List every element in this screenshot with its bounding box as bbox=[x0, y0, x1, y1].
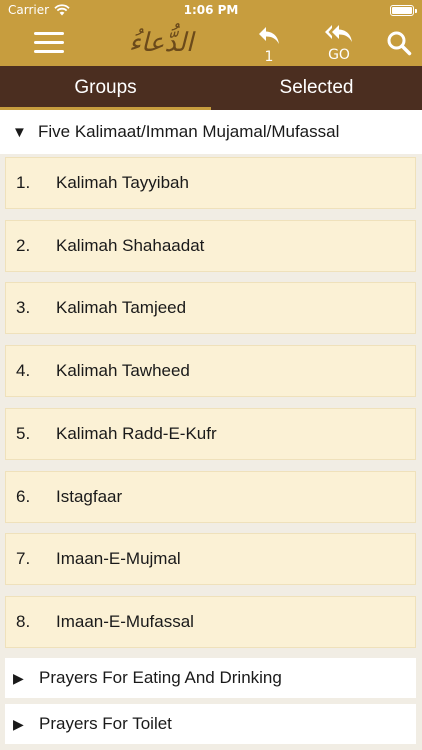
list-item[interactable]: 1. Kalimah Tayyibah bbox=[5, 157, 416, 209]
go-label: GO bbox=[328, 47, 350, 63]
nav-bar: الدُّعاءُ المسنون 1 GO bbox=[0, 20, 422, 96]
list-item[interactable]: 6. Istagfaar bbox=[5, 471, 416, 523]
group-header-five-kalimaat[interactable]: ▼ Five Kalimaat/Imman Mujamal/Mufassal bbox=[0, 110, 422, 154]
carrier-label: Carrier bbox=[8, 3, 50, 17]
triangle-right-icon: ▶ bbox=[13, 715, 24, 732]
tab-groups[interactable]: Groups bbox=[0, 66, 211, 110]
reply-arrow-icon bbox=[259, 27, 279, 44]
group-header-toilet[interactable]: ▶ Prayers For Toilet bbox=[5, 704, 416, 744]
app-title-calligraphy: الدُّعاءُ المسنون bbox=[114, 28, 208, 96]
search-icon[interactable] bbox=[386, 30, 412, 56]
tab-bar: Groups Selected bbox=[0, 66, 422, 110]
status-bar: Carrier 1:06 PM bbox=[0, 0, 422, 20]
triangle-right-icon: ▶ bbox=[13, 669, 24, 686]
group-title: Five Kalimaat/Imman Mujamal/Mufassal bbox=[38, 122, 340, 141]
list-item[interactable]: 4. Kalimah Tawheed bbox=[5, 345, 416, 397]
list-item[interactable]: 8. Imaan-E-Mufassal bbox=[5, 596, 416, 648]
list-item[interactable]: 5. Kalimah Radd-E-Kufr bbox=[5, 408, 416, 460]
reply-all-arrow-icon bbox=[325, 25, 352, 42]
menu-icon[interactable] bbox=[34, 32, 64, 54]
triangle-down-icon: ▼ bbox=[12, 123, 27, 141]
battery-icon bbox=[390, 4, 417, 16]
list-item[interactable]: 7. Imaan-E-Mujmal bbox=[5, 533, 416, 585]
group-header-eating-drinking[interactable]: ▶ Prayers For Eating And Drinking bbox=[5, 658, 416, 698]
list-item[interactable]: 3. Kalimah Tamjeed bbox=[5, 282, 416, 334]
back-count: 1 bbox=[264, 49, 274, 65]
wifi-icon bbox=[54, 4, 70, 16]
list-item[interactable]: 2. Kalimah Shahaadat bbox=[5, 220, 416, 272]
back-button[interactable]: 1 bbox=[255, 24, 283, 64]
go-button[interactable]: GO bbox=[322, 22, 356, 64]
tab-selected[interactable]: Selected bbox=[211, 66, 422, 110]
groups-list: ▼ Five Kalimaat/Imman Mujamal/Mufassal 1… bbox=[0, 110, 422, 750]
